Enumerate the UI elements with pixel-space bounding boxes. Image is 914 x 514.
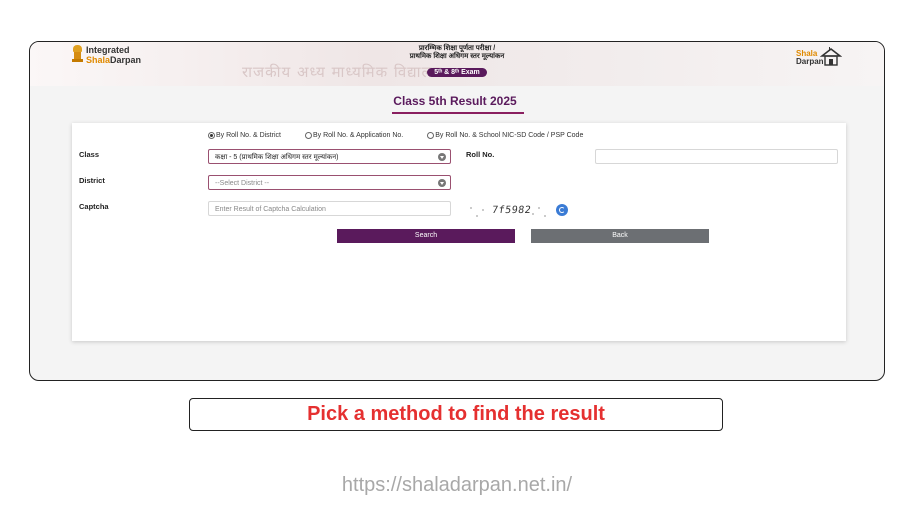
back-button[interactable]: Back xyxy=(531,229,709,243)
browser-window: राजकीय अध्य माध्यमिक विद्यालय Integrated… xyxy=(29,41,885,381)
school-house-icon xyxy=(820,47,842,66)
logo-line-1: Integrated xyxy=(86,45,130,55)
captcha-input[interactable]: Enter Result of Captcha Calculation xyxy=(208,201,451,216)
integrated-shaladarpan-logo[interactable]: Integrated ShalaDarpan xyxy=(72,45,141,65)
roll-no-label: Roll No. xyxy=(466,150,495,159)
captcha-image: 7f5982 xyxy=(466,203,546,220)
radio-roll-district[interactable]: By Roll No. & District xyxy=(208,132,281,139)
radio-roll-application[interactable]: By Roll No. & Application No. xyxy=(304,132,403,139)
radio-roll-school-code[interactable]: By Roll No. & School NIC-SD Code / PSP C… xyxy=(427,132,583,139)
instruction-callout: Pick a method to find the result xyxy=(189,398,723,431)
header-title-line-2: प्राथमिक शिक्षा अधिगम स्तर मूल्यांकन xyxy=(409,53,505,60)
exam-badge: 5ᵗʰ & 8ᵗʰ Exam xyxy=(427,68,487,77)
chevron-down-icon xyxy=(438,179,446,187)
search-button[interactable]: Search xyxy=(337,229,515,243)
captcha-code: 7f5982 xyxy=(491,205,532,216)
search-method-radios: By Roll No. & District By Roll No. & App… xyxy=(208,132,607,139)
class-label: Class xyxy=(79,150,100,159)
result-search-form: By Roll No. & District By Roll No. & App… xyxy=(72,123,846,341)
district-select[interactable]: --Select District -- xyxy=(208,175,451,190)
district-select-value: --Select District -- xyxy=(215,180,270,187)
radio-selected-icon xyxy=(208,132,215,139)
page-title: Class 5th Result 2025 xyxy=(393,94,517,108)
district-label: District xyxy=(79,176,105,185)
shaladarpan-logo[interactable]: Shala Darpan xyxy=(796,47,852,69)
roll-no-input[interactable] xyxy=(595,149,838,164)
radio-unselected-icon xyxy=(427,132,435,139)
site-header: राजकीय अध्य माध्यमिक विद्यालय Integrated… xyxy=(30,42,884,86)
class-select[interactable]: कक्षा - 5 (प्राथमिक शिक्षा अधिगम स्तर मू… xyxy=(208,149,451,164)
source-url: https://shaladarpan.net.in/ xyxy=(341,474,573,496)
class-select-value: कक्षा - 5 (प्राथमिक शिक्षा अधिगम स्तर मू… xyxy=(215,154,339,161)
national-emblem-icon xyxy=(72,45,83,63)
refresh-captcha-icon[interactable] xyxy=(556,204,568,216)
header-title: प्रारम्भिक शिक्षा पूर्णता परीक्षा / प्रा… xyxy=(382,45,532,79)
title-underline xyxy=(392,112,524,114)
captcha-label: Captcha xyxy=(79,202,109,211)
header-title-line-1: प्रारम्भिक शिक्षा पूर्णता परीक्षा / xyxy=(418,45,496,52)
logo-line-2: ShalaDarpan xyxy=(86,55,142,65)
radio-unselected-icon xyxy=(304,132,312,139)
chevron-down-icon xyxy=(438,153,446,161)
